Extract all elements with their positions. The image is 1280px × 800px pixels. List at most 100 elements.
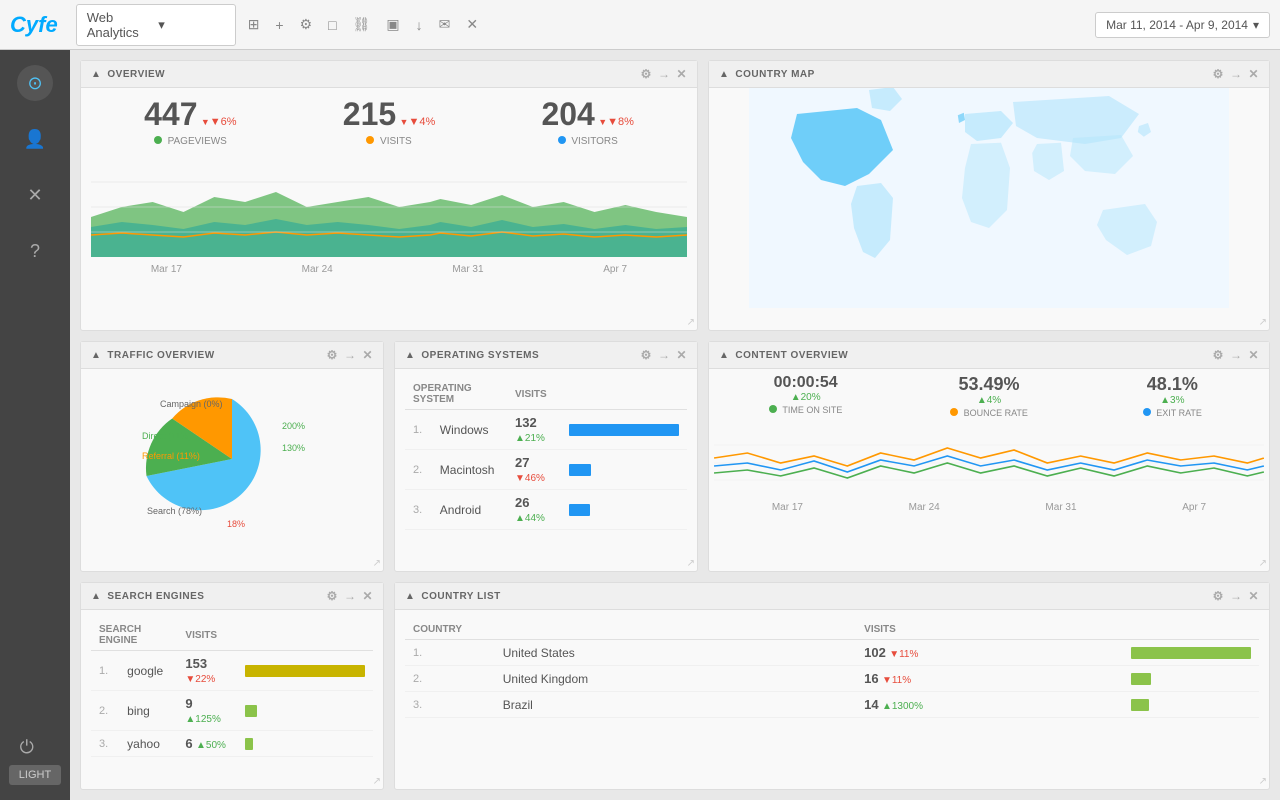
country-list-header: ▲ COUNTRY LIST ⚙ → ✕	[395, 583, 1269, 610]
os-resize-handle[interactable]: ↗	[687, 558, 695, 569]
search-gear-icon[interactable]: ⚙	[327, 589, 338, 603]
country-map-close-icon[interactable]: ✕	[1248, 67, 1259, 81]
dashboard-name: Web Analytics	[87, 10, 154, 40]
content-stat-bounce: 53.49% ▲4% BOUNCE RATE	[897, 374, 1080, 418]
time-on-site-value: 00:00:54	[714, 374, 897, 392]
country-map-arrow-icon[interactable]: →	[1230, 67, 1243, 81]
grid-icon[interactable]: ⊞	[244, 13, 264, 36]
overview-collapse-icon[interactable]: ▲	[91, 69, 101, 80]
visits-dot	[366, 136, 374, 144]
country-map-header: ▲ COUNTRY MAP ⚙ → ✕	[709, 61, 1269, 88]
table-row: 3. yahoo 6 ▲50%	[91, 731, 373, 757]
overview-arrow-icon[interactable]: →	[658, 67, 671, 81]
download-icon[interactable]: ↓	[412, 14, 427, 36]
close-icon[interactable]: ✕	[462, 13, 482, 36]
content-collapse-icon[interactable]: ▲	[719, 350, 729, 361]
sidebar-item-dashboard[interactable]: ⊙	[17, 65, 53, 101]
overview-widget: ▲ OVERVIEW ⚙ → ✕ 447 ▼6% PAGEVIEWS 215	[80, 60, 698, 331]
exit-delta: ▲3%	[1081, 395, 1264, 406]
traffic-close-icon[interactable]: ✕	[362, 348, 373, 362]
link-icon[interactable]: ⛓	[349, 13, 375, 36]
content-chart-apr7: Apr 7	[1182, 502, 1206, 513]
light-mode-button[interactable]: LIGHT	[9, 765, 61, 785]
engine-visits: 9 ▲125%	[177, 691, 237, 731]
monitor-icon[interactable]: ▣	[382, 13, 403, 36]
os-gear-icon[interactable]: ⚙	[641, 348, 652, 362]
search-engines-header: ▲ SEARCH ENGINES ⚙ → ✕	[81, 583, 383, 610]
country-list-gear-icon[interactable]: ⚙	[1213, 589, 1224, 603]
search-arrow-icon[interactable]: →	[344, 589, 357, 603]
overview-stats: 447 ▼6% PAGEVIEWS 215 ▼4% VISITS	[81, 88, 697, 152]
svg-text:Referral (11%): Referral (11%)	[142, 451, 200, 461]
traffic-header: ▲ TRAFFIC OVERVIEW ⚙ → ✕	[81, 342, 383, 369]
sidebar-item-power[interactable]: ⏻	[9, 729, 45, 765]
search-engine-col: SEARCH ENGINE	[91, 620, 177, 651]
traffic-arrow-icon[interactable]: →	[344, 348, 357, 362]
os-bar-cell	[561, 410, 687, 450]
table-row: 2. bing 9 ▲125%	[91, 691, 373, 731]
content-gear-icon[interactable]: ⚙	[1213, 348, 1224, 362]
pageviews-label: PAGEVIEWS	[91, 136, 290, 147]
chart-label-mar24: Mar 24	[302, 264, 333, 275]
world-map-svg	[709, 88, 1269, 308]
content-arrow-icon[interactable]: →	[1230, 348, 1243, 362]
engine-bar-cell	[237, 651, 373, 691]
country-map-resize-handle[interactable]: ↗	[1259, 317, 1267, 328]
date-range-arrow: ▾	[1253, 18, 1259, 32]
search-collapse-icon[interactable]: ▲	[91, 591, 101, 602]
content-resize-handle[interactable]: ↗	[1259, 558, 1267, 569]
visitors-label: VISITORS	[488, 136, 687, 147]
country-list-close-icon[interactable]: ✕	[1248, 589, 1259, 603]
traffic-resize-handle[interactable]: ↗	[373, 558, 381, 569]
content-close-icon[interactable]: ✕	[1248, 348, 1259, 362]
search-resize-handle[interactable]: ↗	[373, 776, 381, 787]
traffic-pie-chart: Campaign (0%) Direct (11%) 200% Referral…	[132, 369, 332, 549]
country-list-resize-handle[interactable]: ↗	[1259, 776, 1267, 787]
country-list-table: COUNTRY VISITS 1. United States 102 ▼11%…	[405, 620, 1259, 718]
engine-delta: ▲50%	[196, 740, 226, 751]
row-num: 1.	[405, 640, 495, 666]
settings-icon[interactable]: ⚙	[296, 13, 317, 36]
country-map-gear-icon[interactable]: ⚙	[1213, 67, 1224, 81]
os-title: OPERATING SYSTEMS	[421, 350, 634, 361]
visits-delta: ▼4%	[400, 116, 436, 128]
country-bar-cell	[1123, 640, 1259, 666]
os-collapse-icon[interactable]: ▲	[405, 350, 415, 361]
os-delta: ▲21%	[515, 433, 545, 444]
country-list-arrow-icon[interactable]: →	[1230, 589, 1243, 603]
country-list-collapse-icon[interactable]: ▲	[405, 591, 415, 602]
overview-resize-handle[interactable]: ↗	[687, 317, 695, 328]
os-arrow-icon[interactable]: →	[658, 348, 671, 362]
overview-close-icon[interactable]: ✕	[676, 67, 687, 81]
country-map-collapse-icon[interactable]: ▲	[719, 69, 729, 80]
country-visits: 102 ▼11%	[856, 640, 1123, 666]
visits-label: VISITS	[290, 136, 489, 147]
dashboard-selector[interactable]: Web Analytics ▾	[76, 4, 236, 46]
pageviews-delta: ▼6%	[201, 116, 237, 128]
row-num: 2.	[405, 666, 495, 692]
os-header: ▲ OPERATING SYSTEMS ⚙ → ✕	[395, 342, 697, 369]
date-range-selector[interactable]: Mar 11, 2014 - Apr 9, 2014 ▾	[1095, 12, 1270, 38]
os-close-icon[interactable]: ✕	[676, 348, 687, 362]
map-container	[709, 88, 1269, 308]
os-bar	[569, 464, 591, 476]
chart-label-apr7: Apr 7	[603, 264, 627, 275]
os-name: Macintosh	[432, 450, 507, 490]
window-icon[interactable]: □	[324, 14, 340, 36]
traffic-collapse-icon[interactable]: ▲	[91, 350, 101, 361]
sidebar-item-tools[interactable]: ✕	[17, 177, 53, 213]
traffic-pie-container: Campaign (0%) Direct (11%) 200% Referral…	[81, 369, 383, 549]
email-icon[interactable]: ✉	[435, 13, 455, 36]
engine-visits: 153 ▼22%	[177, 651, 237, 691]
overview-gear-icon[interactable]: ⚙	[641, 67, 652, 81]
search-visits-col: VISITS	[177, 620, 237, 651]
search-close-icon[interactable]: ✕	[362, 589, 373, 603]
add-icon[interactable]: +	[271, 14, 287, 36]
engine-bar-cell	[237, 691, 373, 731]
pageviews-dot	[154, 136, 162, 144]
sidebar-item-help[interactable]: ?	[17, 233, 53, 269]
date-range-text: Mar 11, 2014 - Apr 9, 2014	[1106, 18, 1248, 32]
traffic-gear-icon[interactable]: ⚙	[327, 348, 338, 362]
content-stats: 00:00:54 ▲20% TIME ON SITE 53.49% ▲4% BO…	[709, 369, 1269, 423]
sidebar-item-users[interactable]: 👤	[17, 121, 53, 157]
